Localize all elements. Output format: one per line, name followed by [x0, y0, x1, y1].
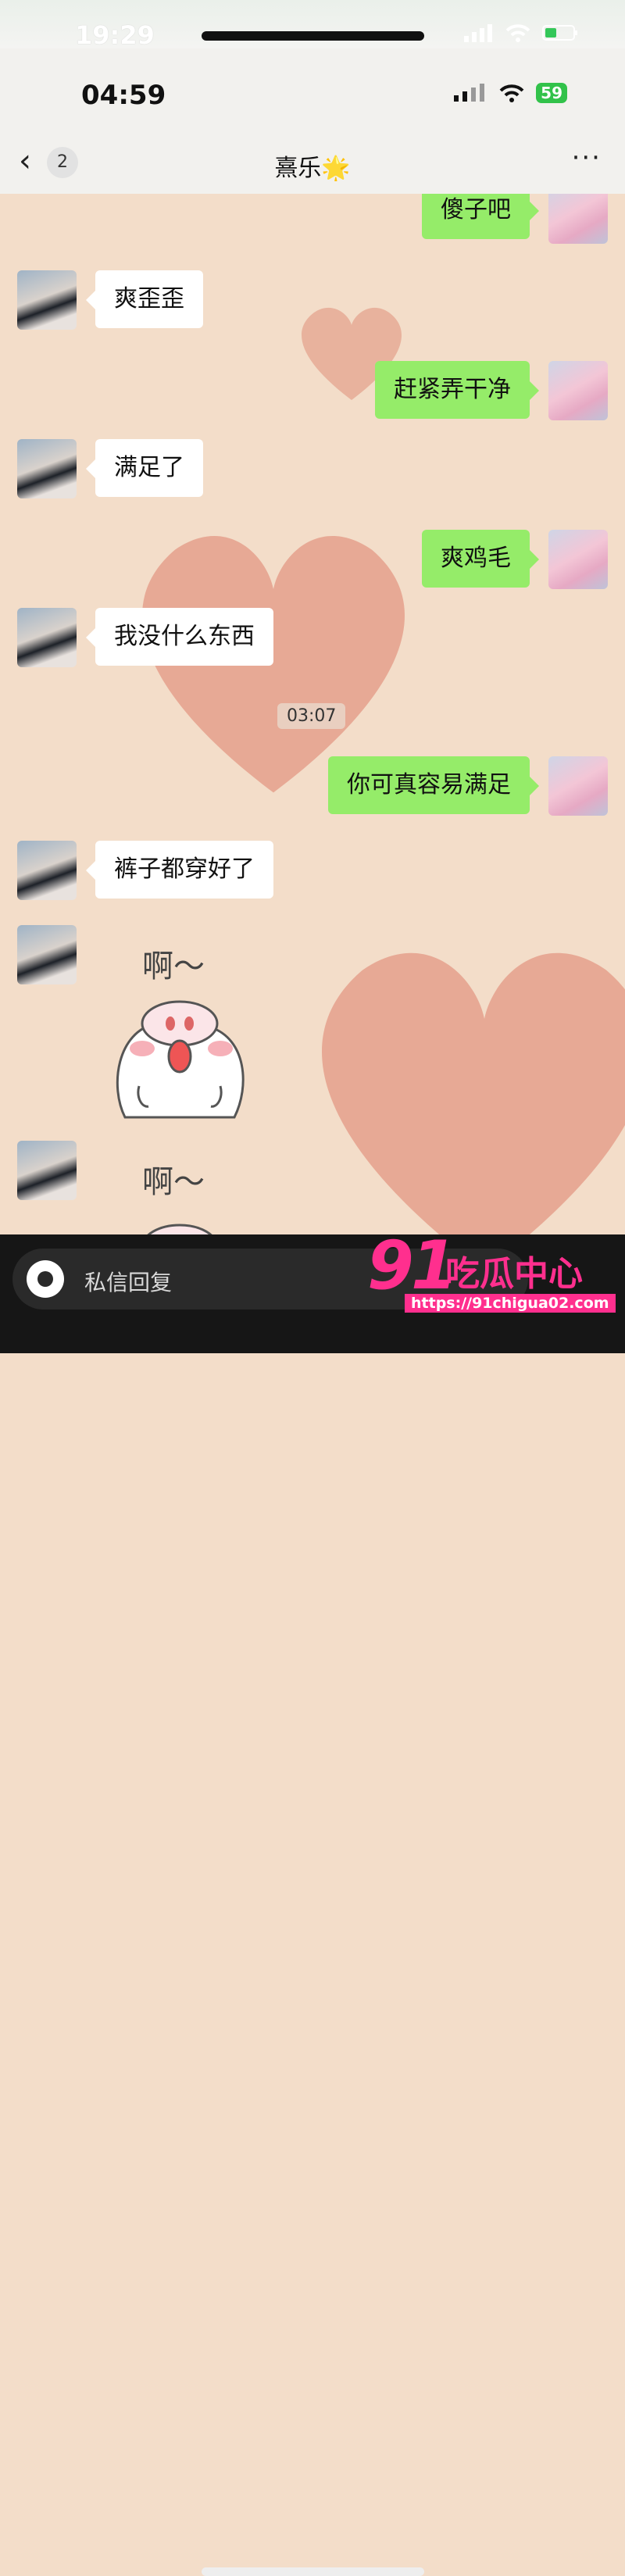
status-bar: 04:59 59 — [0, 48, 625, 134]
message-row: 傻子吧 — [0, 194, 625, 248]
sticker-caption: 啊～ — [142, 1164, 205, 1200]
avatar[interactable] — [548, 756, 608, 816]
avatar[interactable] — [548, 530, 608, 589]
watermark-number: 91 — [367, 1227, 458, 1305]
camera-icon[interactable] — [27, 1260, 64, 1298]
input-placeholder: 私信回复 — [84, 1270, 173, 1295]
chat-title: 熹乐🌟 — [274, 155, 351, 182]
watermark-url: https://91chigua02.com — [405, 1294, 616, 1313]
pig-icon — [147, 1224, 212, 1234]
dynamic-island — [202, 31, 424, 41]
avatar[interactable] — [17, 270, 77, 330]
wifi-icon — [505, 24, 530, 42]
chat-area[interactable]: 傻子吧 爽歪歪 赶紧弄干净 满足了 爽鸡毛 我没什么东西 03:07 你可真容易… — [0, 194, 625, 1234]
sticker-message: 啊～ — [0, 925, 625, 1128]
home-indicator[interactable] — [202, 2567, 424, 2576]
sticker-caption: 啊～ — [142, 949, 205, 984]
message-row: 裤子都穿好了 — [0, 841, 625, 903]
message-bubble[interactable]: 满足了 — [86, 439, 203, 497]
avatar[interactable] — [548, 361, 608, 420]
message-bubble[interactable]: 赶紧弄干净 — [375, 361, 539, 419]
battery-charging-icon — [542, 25, 577, 41]
pig-sticker[interactable]: 啊～ — [102, 1156, 281, 1234]
message-row: 赶紧弄干净 — [0, 355, 625, 420]
more-icon[interactable]: ··· — [572, 142, 602, 173]
watermark-logo: 91 吃瓜中心 https://91chigua02.com — [367, 1227, 617, 1319]
watermark-name: 吃瓜中心 — [445, 1254, 583, 1294]
message-row: 我没什么东西 — [0, 608, 625, 670]
message-bubble[interactable]: 裤子都穿好了 — [86, 841, 273, 899]
cellular-signal-icon — [454, 84, 485, 102]
message-bubble[interactable]: 傻子吧 — [422, 194, 539, 239]
avatar[interactable] — [17, 1141, 77, 1200]
pig-sticker[interactable]: 啊～ — [102, 941, 281, 1128]
avatar[interactable] — [548, 194, 608, 244]
message-row: 你可真容易满足 — [0, 756, 625, 819]
outer-clock: 19:29 — [75, 20, 155, 50]
message-bubble[interactable]: 你可真容易满足 — [328, 756, 539, 814]
message-bubble[interactable]: 爽鸡毛 — [422, 530, 539, 588]
message-bubble[interactable]: 爽歪歪 — [86, 270, 203, 328]
cellular-signal-icon — [464, 24, 492, 42]
chat-header: ‹ 2 熹乐🌟 ··· — [0, 134, 625, 194]
avatar[interactable] — [17, 925, 77, 984]
wifi-icon — [499, 84, 524, 102]
message-timestamp: 03:07 — [277, 703, 346, 729]
message-row: 爽鸡毛 — [0, 523, 625, 589]
avatar[interactable] — [17, 608, 77, 667]
message-row: 满足了 — [0, 439, 625, 502]
outer-status-bar: 19:29 — [0, 0, 625, 50]
pig-icon — [116, 1000, 245, 1119]
sticker-message: 啊～ — [0, 1141, 625, 1234]
message-row: 爽歪歪 — [0, 270, 625, 333]
avatar[interactable] — [17, 439, 77, 498]
battery-icon: 59 — [536, 83, 567, 103]
message-bubble[interactable]: 我没什么东西 — [86, 608, 273, 666]
avatar[interactable] — [17, 841, 77, 900]
clock: 04:59 — [81, 80, 166, 111]
